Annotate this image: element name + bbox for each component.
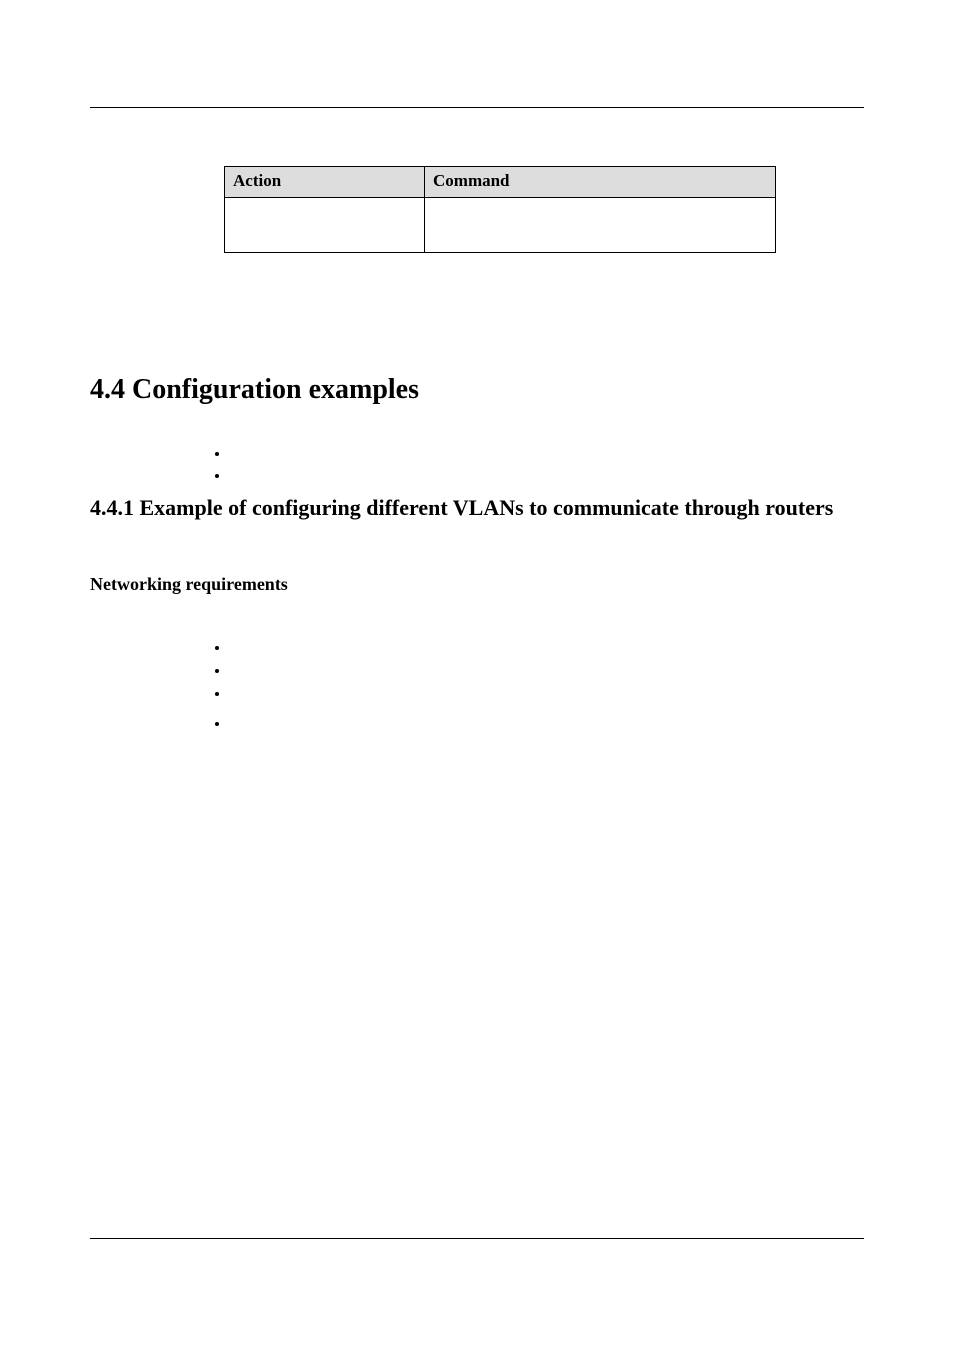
rule-bottom	[90, 1238, 864, 1239]
command-table: Action Command	[224, 166, 776, 253]
table-header-command: Command	[425, 167, 776, 198]
subsection-heading: 4.4.1 Example of configuring different V…	[90, 494, 864, 522]
page: Action Command 4.4 Configuration example…	[0, 0, 954, 1350]
table-header-action: Action	[225, 167, 425, 198]
table-row	[225, 198, 776, 253]
sub-subsection-heading: Networking requirements	[90, 574, 288, 595]
table-header-row: Action Command	[225, 167, 776, 198]
table-cell-action	[225, 198, 425, 253]
section-heading: 4.4 Configuration examples	[90, 374, 419, 406]
rule-top	[90, 107, 864, 108]
table-cell-command	[425, 198, 776, 253]
